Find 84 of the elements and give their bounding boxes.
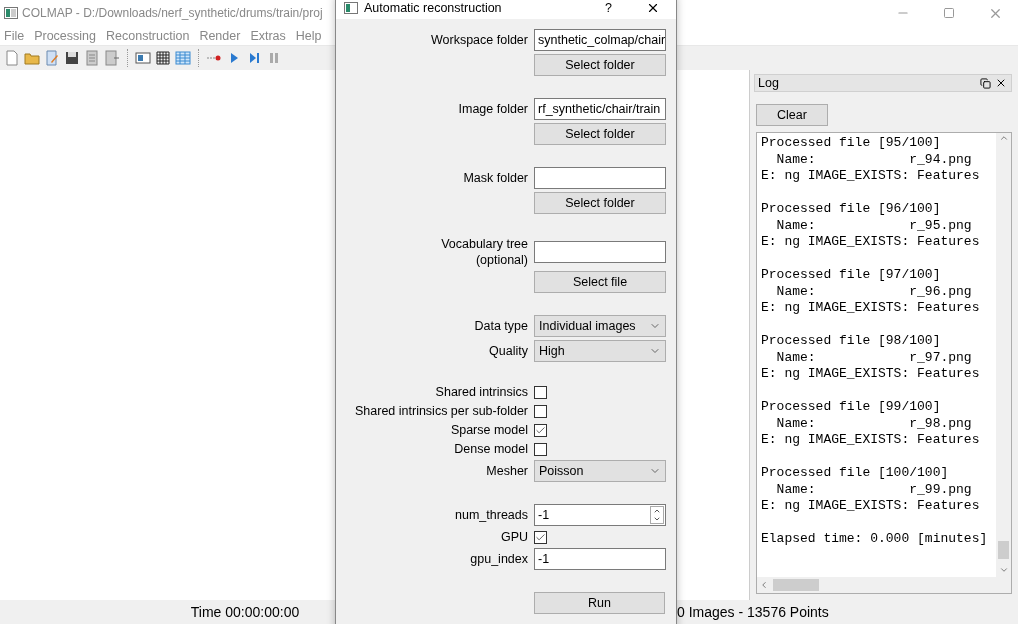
dialog-title: Automatic reconstruction [364,1,502,15]
checkbox[interactable] [534,423,547,437]
checkbox[interactable] [534,404,547,418]
log-line: Processed file [100/100] [761,465,950,482]
log-line: Processed file [98/100] [761,333,942,350]
field-label: GPU [499,529,528,545]
path-field[interactable] [534,241,666,263]
field-label: Data type [473,318,528,334]
checkbox[interactable] [534,385,547,399]
close-icon[interactable] [995,77,1007,89]
checkbox[interactable] [534,442,547,456]
log-line: E: ng IMAGE_EXISTS: Features [761,366,981,383]
scroll-up-icon[interactable] [998,133,1009,143]
save-icon[interactable] [64,50,80,66]
checkbox[interactable] [534,530,547,544]
field-label: gpu_index [469,551,528,567]
image-view-icon[interactable] [135,50,151,66]
menu-item[interactable]: File [0,28,31,43]
log-line: E: ng IMAGE_EXISTS: Features [761,300,981,317]
clear-button[interactable]: Clear [756,104,828,126]
log-line: Name: r_99.png [775,481,973,498]
field-label: num_threads [454,507,528,523]
field-label: Image folder [457,101,528,117]
dropdown[interactable]: High [534,340,666,362]
field-label: Mesher [485,463,528,479]
close-icon[interactable] [646,1,660,15]
new-file-icon[interactable] [4,50,20,66]
log-line: Processed file [99/100] [761,399,942,416]
export-icon[interactable] [104,50,120,66]
app-icon [4,7,18,19]
menu-item[interactable]: Reconstruction [102,28,196,43]
log-line: Name: r_97.png [775,349,973,366]
scroll-left-icon[interactable] [759,580,769,590]
field-label: Vocabulary tree (optional) [440,236,528,268]
run-button[interactable]: Run [534,592,665,614]
grid-icon[interactable] [155,50,171,66]
spin-field[interactable]: -1 [534,504,666,526]
spin-arrows[interactable] [650,506,664,524]
select-button[interactable]: Select folder [534,123,666,145]
horizontal-scrollbar[interactable] [757,577,996,593]
menu-item[interactable]: Help [291,28,328,43]
field-label: Shared intrinsics [434,384,528,400]
menu-item[interactable]: Processing [30,28,102,43]
field-label: Shared intrinsics per sub-folder [354,403,528,419]
maximize-icon[interactable] [943,7,955,19]
dropdown[interactable]: Poisson [534,460,666,482]
scroll-down-icon[interactable] [998,565,1009,575]
log-line: Processed file [97/100] [761,267,942,284]
select-button[interactable]: Select folder [534,54,666,76]
field-label: Sparse model [449,422,528,438]
log-line: Processed file [96/100] [761,201,942,218]
open-folder-icon[interactable] [24,50,40,66]
status-text: 0 Images - 13576 Points [677,604,830,620]
log-line: Elapsed time: 0.000 [minutes] [761,531,989,548]
scroll-thumb[interactable] [998,541,1009,559]
menu-item[interactable]: Render [195,28,247,43]
path-field[interactable]: synthetic_colmap/chair [534,29,666,51]
menu-item[interactable]: Extras [246,28,292,43]
log-line: E: ng IMAGE_EXISTS: Features [761,498,981,515]
log-line: Processed file [95/100] [761,135,942,152]
field-label: Mask folder [462,170,528,186]
path-field[interactable]: rf_synthetic/chair/train [534,98,666,120]
path-field[interactable] [534,167,666,189]
field-label: Dense model [453,441,528,457]
input-field[interactable]: -1 [534,548,666,570]
field-label: Workspace folder [429,32,528,48]
log-line: Name: r_96.png [775,283,973,300]
window-title: COLMAP - D:/Downloads/nerf_synthetic/drums/train/proj [22,6,323,20]
dropdown[interactable]: Individual images [534,315,666,337]
log-line: Name: r_95.png [775,217,973,234]
help-button[interactable]: ? [605,1,612,15]
select-button[interactable]: Select folder [534,192,666,214]
float-icon[interactable] [980,77,991,89]
status-text: Time 00:00:00:00 [189,604,301,620]
vertical-scrollbar[interactable] [996,133,1011,593]
select-button[interactable]: Select file [534,271,666,293]
log-line: Name: r_94.png [775,151,973,168]
log-line: E: ng IMAGE_EXISTS: Features [761,234,981,251]
panel-title: Log [758,76,779,90]
log-line: E: ng IMAGE_EXISTS: Features [761,432,981,449]
field-label: Quality [488,343,528,359]
scroll-thumb[interactable] [773,579,819,591]
log-line: Name: r_98.png [775,415,973,432]
log-line: E: ng IMAGE_EXISTS: Features [761,168,981,185]
